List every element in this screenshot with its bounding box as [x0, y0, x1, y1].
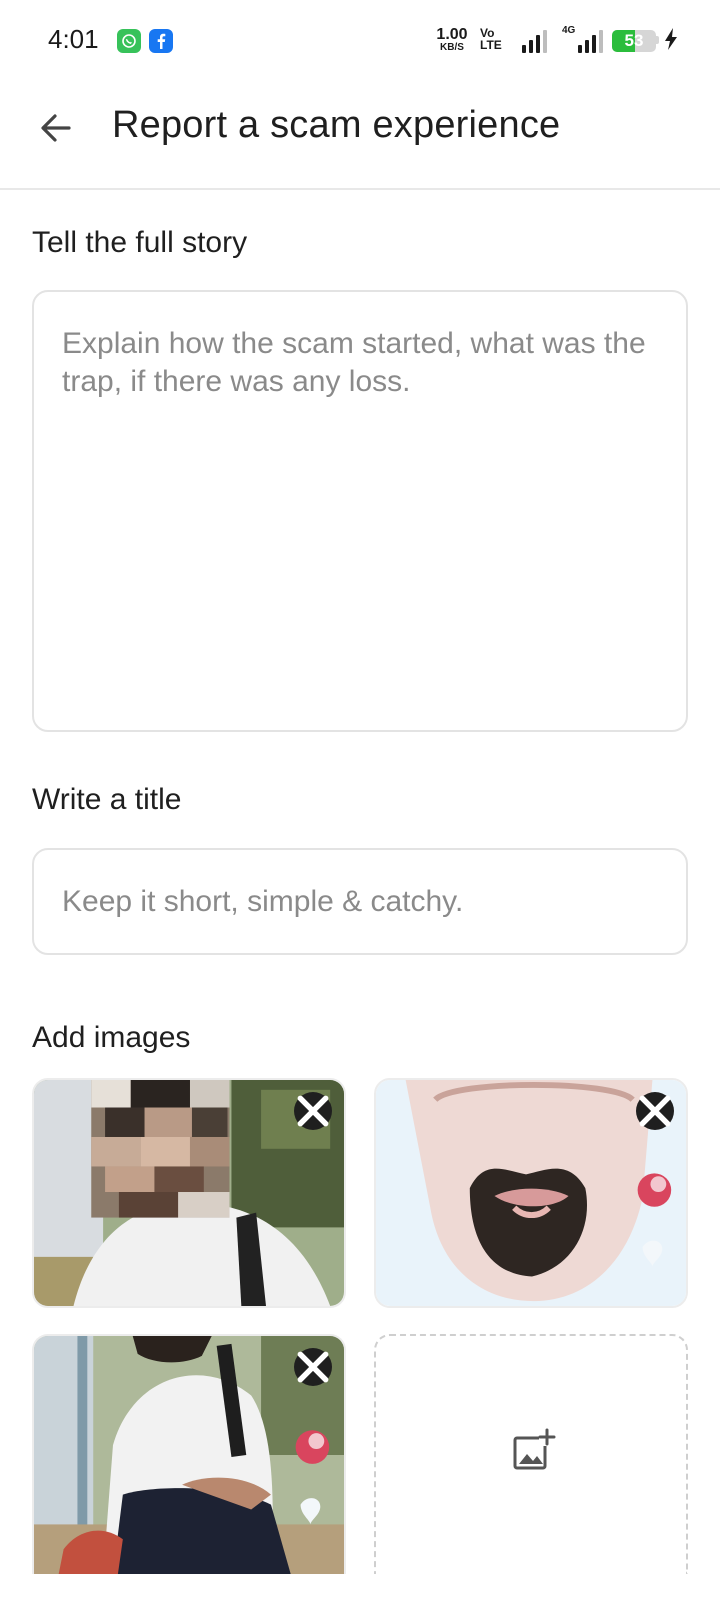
charging-icon [664, 27, 678, 57]
network-speed-value: 1.00 [436, 26, 468, 43]
signal-strength-icon [522, 29, 550, 53]
network-speed: 1.00 KB/S [432, 27, 472, 53]
status-bar: 4:01 1.00 KB/S Vo LTE 4G 53 [0, 0, 720, 84]
arrow-left-icon [39, 111, 73, 150]
story-label: Tell the full story [32, 226, 248, 259]
facebook-icon [149, 29, 173, 53]
battery-icon: 53 [612, 30, 656, 52]
remove-image-3-button[interactable] [294, 1348, 332, 1386]
volte-indicator: Vo LTE [480, 27, 516, 51]
whatsapp-icon [117, 29, 141, 53]
title-input[interactable] [32, 848, 688, 955]
status-time: 4:01 [48, 24, 99, 54]
battery-cap [656, 36, 659, 44]
title-label: Write a title [32, 783, 182, 816]
app-bar: Report a scam experience [0, 84, 720, 190]
uploaded-image-3[interactable] [32, 1334, 346, 1574]
back-button[interactable] [24, 98, 88, 162]
story-input[interactable] [32, 290, 688, 732]
remove-image-1-button[interactable] [294, 1092, 332, 1130]
uploaded-image-2[interactable] [374, 1078, 688, 1308]
images-label: Add images [32, 1021, 191, 1054]
network-speed-unit: KB/S [440, 42, 464, 53]
remove-image-2-button[interactable] [636, 1092, 674, 1130]
page-title: Report a scam experience [112, 104, 561, 146]
uploaded-image-1[interactable] [32, 1078, 346, 1308]
add-image-button[interactable] [374, 1334, 688, 1574]
battery-percent: 53 [624, 31, 644, 50]
volte-bottom-text: LTE [480, 38, 502, 52]
signal-strength-icon-2 [570, 29, 606, 53]
add-photo-icon [509, 1428, 557, 1476]
